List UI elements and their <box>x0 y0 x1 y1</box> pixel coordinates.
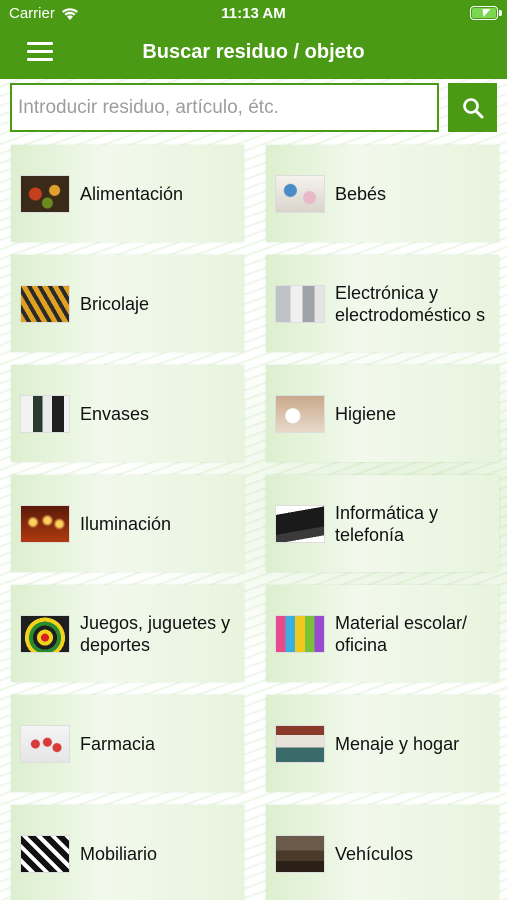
category-label: Iluminación <box>80 513 172 534</box>
clock: 11:13 AM <box>221 5 286 22</box>
category-tile[interactable]: Vehículos <box>266 805 499 900</box>
category-tile[interactable]: Juegos, juguetes y deportes <box>11 585 244 682</box>
category-tile[interactable]: Mobiliario <box>11 805 244 900</box>
candles-photo <box>20 504 70 543</box>
category-label: Vehículos <box>335 843 414 864</box>
pills-photo <box>20 724 70 763</box>
page-title: Buscar residuo / objeto <box>142 41 365 63</box>
category-label: Alimentación <box>80 183 184 204</box>
food-photo <box>20 174 70 213</box>
category-label: Envases <box>80 403 150 424</box>
nav-header: Buscar residuo / objeto <box>0 28 507 79</box>
category-label: Higiene <box>335 403 397 424</box>
category-label: Informática y telefonía <box>335 502 439 545</box>
school-supplies-photo <box>275 614 325 653</box>
baby-items-photo <box>275 174 325 213</box>
category-tile[interactable]: Envases <box>11 365 244 462</box>
category-tile[interactable]: Farmacia <box>11 695 244 792</box>
tools-photo <box>20 284 70 323</box>
category-tile[interactable]: Electrónica y electrodoméstico s <box>266 255 499 352</box>
status-bar: Carrier 11:13 AM <box>0 0 507 28</box>
category-label: Electrónica y electrodoméstico s <box>335 282 486 325</box>
category-label: Menaje y hogar <box>335 733 460 754</box>
containers-photo <box>20 394 70 433</box>
category-label: Farmacia <box>80 733 156 754</box>
category-tile[interactable]: Bricolaje <box>11 255 244 352</box>
battery-icon <box>470 6 502 20</box>
category-label: Bricolaje <box>80 293 150 314</box>
category-label: Bebés <box>335 183 387 204</box>
search-icon <box>462 97 483 118</box>
search-bar <box>10 83 498 132</box>
category-tile[interactable]: Material escolar/ oficina <box>266 585 499 682</box>
category-tile[interactable]: Bebés <box>266 145 499 242</box>
appliances-photo <box>275 284 325 323</box>
category-tile[interactable]: Informática y telefonía <box>266 475 499 572</box>
kitchen-photo <box>275 724 325 763</box>
hygiene-photo <box>275 394 325 433</box>
darts-photo <box>20 614 70 653</box>
category-tile[interactable]: Iluminación <box>11 475 244 572</box>
search-button[interactable] <box>448 83 497 132</box>
category-label: Juegos, juguetes y deportes <box>80 612 231 655</box>
category-tile[interactable]: Alimentación <box>11 145 244 242</box>
category-tile[interactable]: Higiene <box>266 365 499 462</box>
category-tile[interactable]: Menaje y hogar <box>266 695 499 792</box>
category-label: Material escolar/ oficina <box>335 612 468 655</box>
furniture-photo <box>20 834 70 873</box>
search-input[interactable] <box>10 83 439 132</box>
laptop-photo <box>275 504 325 543</box>
vehicles-photo <box>275 834 325 873</box>
category-label: Mobiliario <box>80 843 158 864</box>
